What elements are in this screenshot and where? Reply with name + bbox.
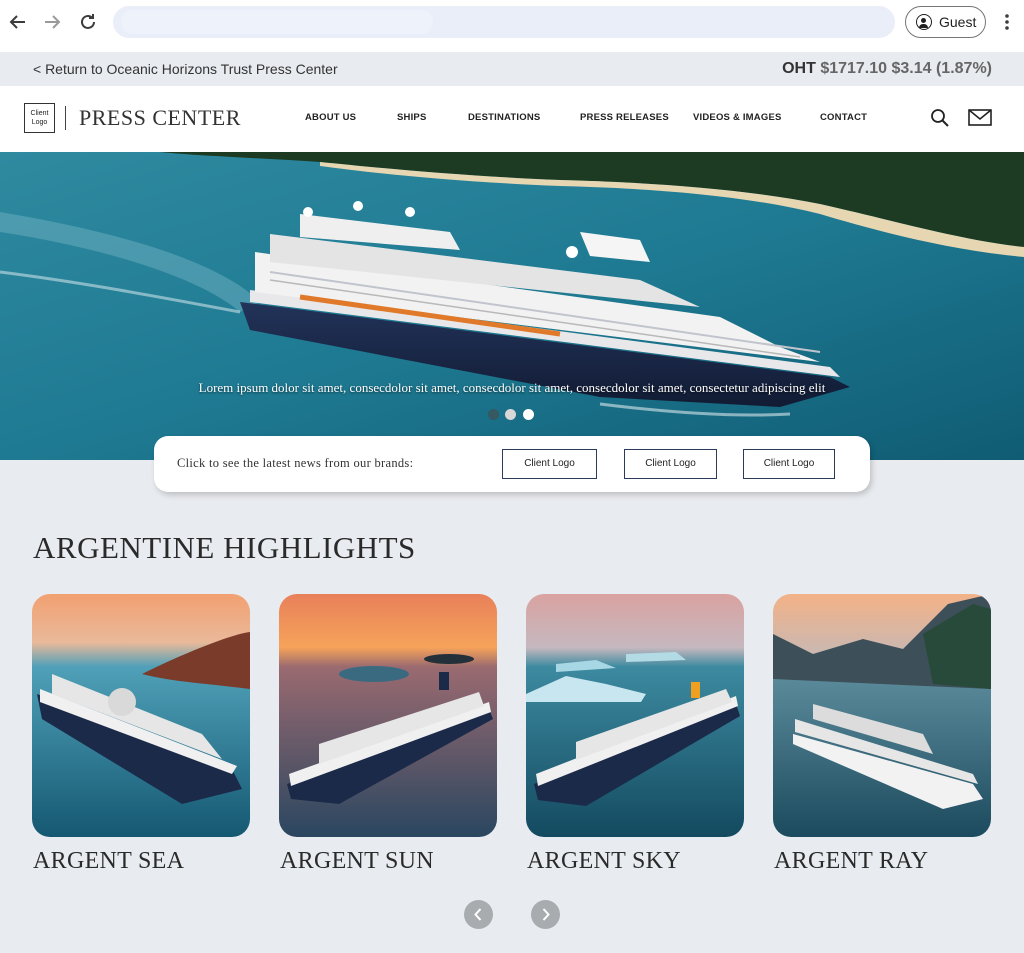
browser-menu-button[interactable] — [1000, 10, 1014, 34]
carousel-dot[interactable] — [488, 409, 499, 420]
ship-name[interactable]: ARGENT RAY — [774, 848, 928, 875]
ship-image — [773, 594, 991, 837]
ship-card-image[interactable] — [279, 594, 497, 837]
nav-ships[interactable]: SHIPS — [397, 112, 427, 123]
stock-quote: $1717.10 $3.14 (1.87%) — [820, 60, 992, 77]
reload-icon — [81, 14, 95, 29]
profile-button[interactable]: Guest — [905, 6, 986, 38]
back-button[interactable] — [6, 10, 30, 34]
hero-carousel[interactable]: Lorem ipsum dolor sit amet, consecdolor … — [0, 152, 1024, 460]
ship-card-image[interactable] — [526, 594, 744, 837]
ship-name[interactable]: ARGENT SUN — [280, 848, 434, 875]
ship-card-image[interactable] — [32, 594, 250, 837]
browser-toolbar: Guest — [0, 0, 1024, 52]
carousel-dot[interactable] — [523, 409, 534, 420]
search-icon — [931, 109, 949, 127]
top-info-bar: < Return to Oceanic Horizons Trust Press… — [0, 52, 1024, 86]
brand-bar: Click to see the latest news from our br… — [154, 436, 870, 492]
profile-label: Guest — [939, 14, 977, 30]
brand-logo-2[interactable]: Client Logo — [624, 449, 717, 479]
url-text-placeholder — [121, 10, 433, 34]
ship-image — [279, 594, 497, 837]
ship-image — [526, 594, 744, 837]
brand-logo-3[interactable]: Client Logo — [743, 449, 835, 479]
return-link[interactable]: < Return to Oceanic Horizons Trust Press… — [33, 61, 338, 77]
nav-videos-images[interactable]: VIDEOS & IMAGES — [693, 112, 782, 123]
ship-card-image[interactable] — [773, 594, 991, 837]
mail-button[interactable] — [968, 108, 992, 128]
brand-prompt: Click to see the latest news from our br… — [177, 456, 414, 470]
stock-ticker: OHT $1717.10 $3.14 (1.87%) — [782, 60, 992, 78]
nav-about-us[interactable]: ABOUT US — [305, 112, 356, 123]
search-button[interactable] — [930, 108, 950, 128]
brand-logo-1[interactable]: Client Logo — [502, 449, 597, 479]
ship-image — [32, 594, 250, 837]
logo-divider — [65, 106, 66, 130]
nav-destinations[interactable]: DESTINATIONS — [468, 112, 540, 123]
site-title[interactable]: PRESS CENTER — [79, 105, 241, 131]
address-bar[interactable] — [113, 6, 895, 38]
chevron-right-icon — [542, 908, 550, 921]
carousel-dot[interactable] — [505, 409, 516, 420]
prev-button[interactable] — [464, 900, 493, 929]
reload-button[interactable] — [76, 10, 100, 34]
ship-name[interactable]: ARGENT SEA — [33, 848, 184, 875]
carousel-dots — [488, 408, 548, 422]
kebab-icon — [1005, 14, 1009, 30]
mail-icon — [968, 109, 992, 126]
client-logo[interactable]: Client Logo — [24, 103, 55, 133]
nav-contact[interactable]: CONTACT — [820, 112, 867, 123]
arrow-left-icon — [9, 15, 25, 29]
section-title: ARGENTINE HIGHLIGHTS — [33, 530, 416, 565]
next-button[interactable] — [531, 900, 560, 929]
site-header: Client Logo PRESS CENTER ABOUT US SHIPS … — [0, 86, 1024, 152]
chevron-left-icon — [474, 908, 482, 921]
stock-symbol: OHT — [782, 60, 816, 77]
nav-press-releases[interactable]: PRESS RELEASES — [580, 112, 669, 123]
account-icon — [916, 14, 932, 30]
hero-caption: Lorem ipsum dolor sit amet, consecdolor … — [198, 380, 826, 395]
forward-button[interactable] — [40, 10, 64, 34]
arrow-right-icon — [45, 15, 61, 29]
ship-name[interactable]: ARGENT SKY — [527, 848, 681, 875]
